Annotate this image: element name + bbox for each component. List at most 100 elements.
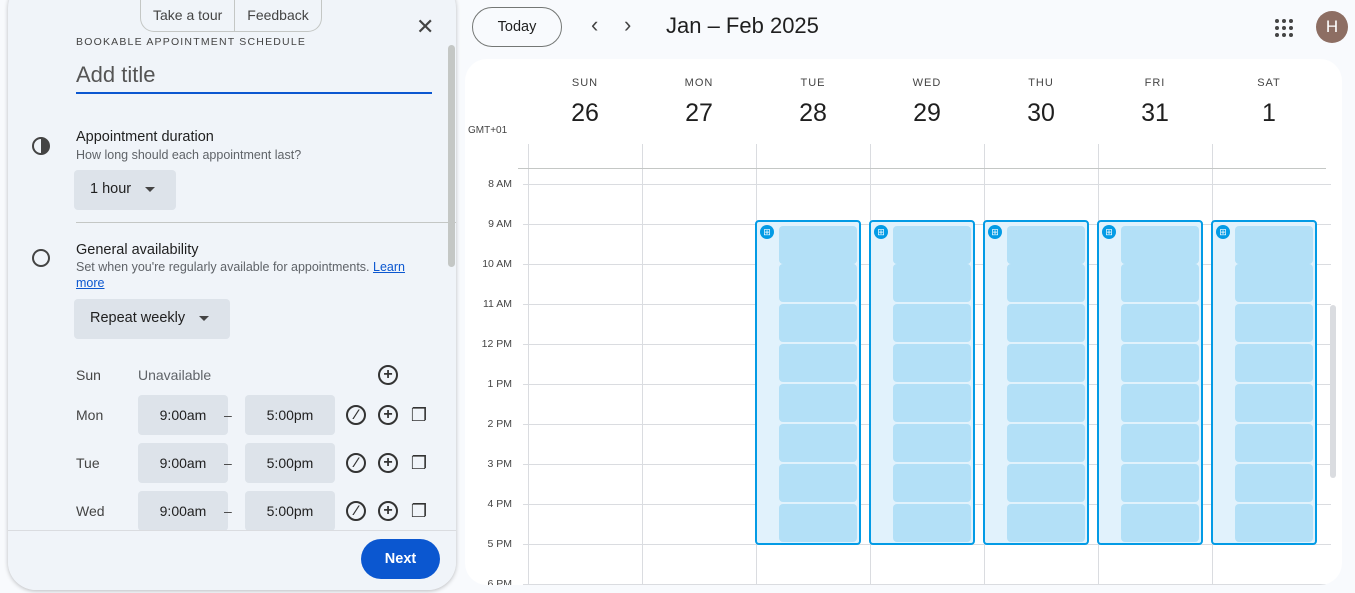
- end-time-field[interactable]: 5:00pm: [245, 491, 335, 530]
- day-header-sat[interactable]: SAT 1: [1212, 77, 1326, 128]
- duration-dropdown[interactable]: 1 hour: [74, 170, 176, 210]
- avatar[interactable]: H: [1316, 11, 1348, 43]
- appointment-slot[interactable]: [1007, 504, 1085, 542]
- availability-block-thu[interactable]: ⊞: [1097, 220, 1203, 545]
- appointment-slot[interactable]: [1235, 304, 1313, 342]
- appointment-slot[interactable]: [893, 464, 971, 502]
- start-time-field[interactable]: 9:00am: [138, 491, 228, 530]
- appointment-slot[interactable]: [779, 464, 857, 502]
- day-row-tue: Tue 9:00am – 5:00pm ⁄ + ❐: [76, 443, 446, 483]
- appointment-slot[interactable]: [779, 304, 857, 342]
- apps-grid-icon[interactable]: [1275, 19, 1293, 37]
- title-input[interactable]: Add title: [76, 62, 432, 94]
- day-label: Tue: [76, 455, 100, 471]
- appointment-slot[interactable]: [1235, 226, 1313, 264]
- appointment-slot[interactable]: [1121, 504, 1199, 542]
- appointment-slot[interactable]: [893, 226, 971, 264]
- appointment-slot[interactable]: [779, 424, 857, 462]
- add-time-icon[interactable]: +: [378, 405, 398, 425]
- calendar-scrollbar[interactable]: [1330, 305, 1336, 478]
- day-date[interactable]: 26: [528, 99, 642, 128]
- grid-icon: ⊞: [1102, 225, 1116, 239]
- appointment-slot[interactable]: [1007, 226, 1085, 264]
- appointment-slot[interactable]: [1235, 384, 1313, 422]
- hour-label: 2 PM: [487, 418, 512, 430]
- day-date[interactable]: 30: [984, 99, 1098, 128]
- appointment-slot[interactable]: [1235, 344, 1313, 382]
- appointment-slot[interactable]: [893, 504, 971, 542]
- appointment-slot[interactable]: [1121, 464, 1199, 502]
- appointment-slot[interactable]: [1007, 384, 1085, 422]
- appointment-slot[interactable]: [1007, 464, 1085, 502]
- day-name: TUE: [800, 77, 826, 89]
- day-date[interactable]: 28: [756, 99, 870, 128]
- day-header-fri[interactable]: FRI 31: [1098, 77, 1212, 128]
- availability-block-mon[interactable]: ⊞: [755, 220, 861, 545]
- appointment-slot[interactable]: [1007, 264, 1085, 302]
- day-header-thu[interactable]: THU 30: [984, 77, 1098, 128]
- appointment-slot[interactable]: [1121, 304, 1199, 342]
- appointment-slot[interactable]: [893, 384, 971, 422]
- end-time-field[interactable]: 5:00pm: [245, 443, 335, 483]
- appointment-slot[interactable]: [893, 344, 971, 382]
- appointment-slot[interactable]: [1121, 384, 1199, 422]
- availability-block-fri[interactable]: ⊞: [1211, 220, 1317, 545]
- appointment-schedule-panel: Take a tour Feedback ✕ BOOKABLE APPOINTM…: [8, 0, 456, 590]
- appointment-slot[interactable]: [1235, 504, 1313, 542]
- day-header-wed[interactable]: WED 29: [870, 77, 984, 128]
- day-date[interactable]: 27: [642, 99, 756, 128]
- copy-icon[interactable]: ❐: [409, 405, 429, 425]
- day-date[interactable]: 1: [1212, 99, 1326, 128]
- unavailable-icon[interactable]: ⁄: [346, 405, 366, 425]
- panel-kicker: BOOKABLE APPOINTMENT SCHEDULE: [76, 36, 307, 48]
- repeat-dropdown[interactable]: Repeat weekly: [74, 299, 230, 339]
- day-name: SUN: [571, 77, 599, 89]
- day-date[interactable]: 31: [1098, 99, 1212, 128]
- day-header-tue[interactable]: TUE 28: [756, 77, 870, 128]
- panel-scrollbar[interactable]: [448, 45, 455, 267]
- day-label: Sun: [76, 367, 101, 383]
- appointment-slot[interactable]: [1121, 264, 1199, 302]
- appointment-slot[interactable]: [1235, 264, 1313, 302]
- day-header-sun[interactable]: SUN 26: [528, 77, 642, 128]
- range-dash: –: [224, 455, 232, 471]
- unavailable-icon[interactable]: ⁄: [346, 453, 366, 473]
- duration-subtext: How long should each appointment last?: [76, 148, 302, 162]
- copy-icon[interactable]: ❐: [409, 501, 429, 521]
- appointment-slot[interactable]: [779, 226, 857, 264]
- start-time-field[interactable]: 9:00am: [138, 395, 228, 435]
- start-time-field[interactable]: 9:00am: [138, 443, 228, 483]
- today-button[interactable]: Today: [472, 7, 562, 47]
- appointment-slot[interactable]: [1121, 424, 1199, 462]
- appointment-slot[interactable]: [893, 304, 971, 342]
- unavailable-icon[interactable]: ⁄: [346, 501, 366, 521]
- appointment-slot[interactable]: [1235, 424, 1313, 462]
- appointment-slot[interactable]: [1007, 304, 1085, 342]
- add-time-icon[interactable]: +: [378, 365, 398, 385]
- appointment-slot[interactable]: [779, 264, 857, 302]
- day-row-sun: Sun Unavailable +: [76, 355, 446, 395]
- add-time-icon[interactable]: +: [378, 501, 398, 521]
- appointment-slot[interactable]: [1121, 226, 1199, 264]
- appointment-slot[interactable]: [779, 344, 857, 382]
- appointment-slot[interactable]: [779, 384, 857, 422]
- appointment-slot[interactable]: [1007, 344, 1085, 382]
- day-date[interactable]: 29: [870, 99, 984, 128]
- chevron-right-icon[interactable]: ›: [624, 12, 631, 38]
- availability-block-wed[interactable]: ⊞: [983, 220, 1089, 545]
- appointment-slot[interactable]: [779, 504, 857, 542]
- day-header-mon[interactable]: MON 27: [642, 77, 756, 128]
- appointment-slot[interactable]: [1121, 344, 1199, 382]
- copy-icon[interactable]: ❐: [409, 453, 429, 473]
- calendar-week-view: GMT+01 SUN 26 MON 27 TUE 28 WED 29 THU 30 FRI 31 SAT…: [465, 59, 1342, 585]
- appointment-slot[interactable]: [893, 424, 971, 462]
- next-button[interactable]: Next: [361, 539, 440, 579]
- availability-block-tue[interactable]: ⊞: [869, 220, 975, 545]
- appointment-slot[interactable]: [1007, 424, 1085, 462]
- appointment-slot[interactable]: [893, 264, 971, 302]
- hour-label: 10 AM: [482, 258, 512, 270]
- add-time-icon[interactable]: +: [378, 453, 398, 473]
- appointment-slot[interactable]: [1235, 464, 1313, 502]
- end-time-field[interactable]: 5:00pm: [245, 395, 335, 435]
- chevron-left-icon[interactable]: ‹: [591, 12, 598, 38]
